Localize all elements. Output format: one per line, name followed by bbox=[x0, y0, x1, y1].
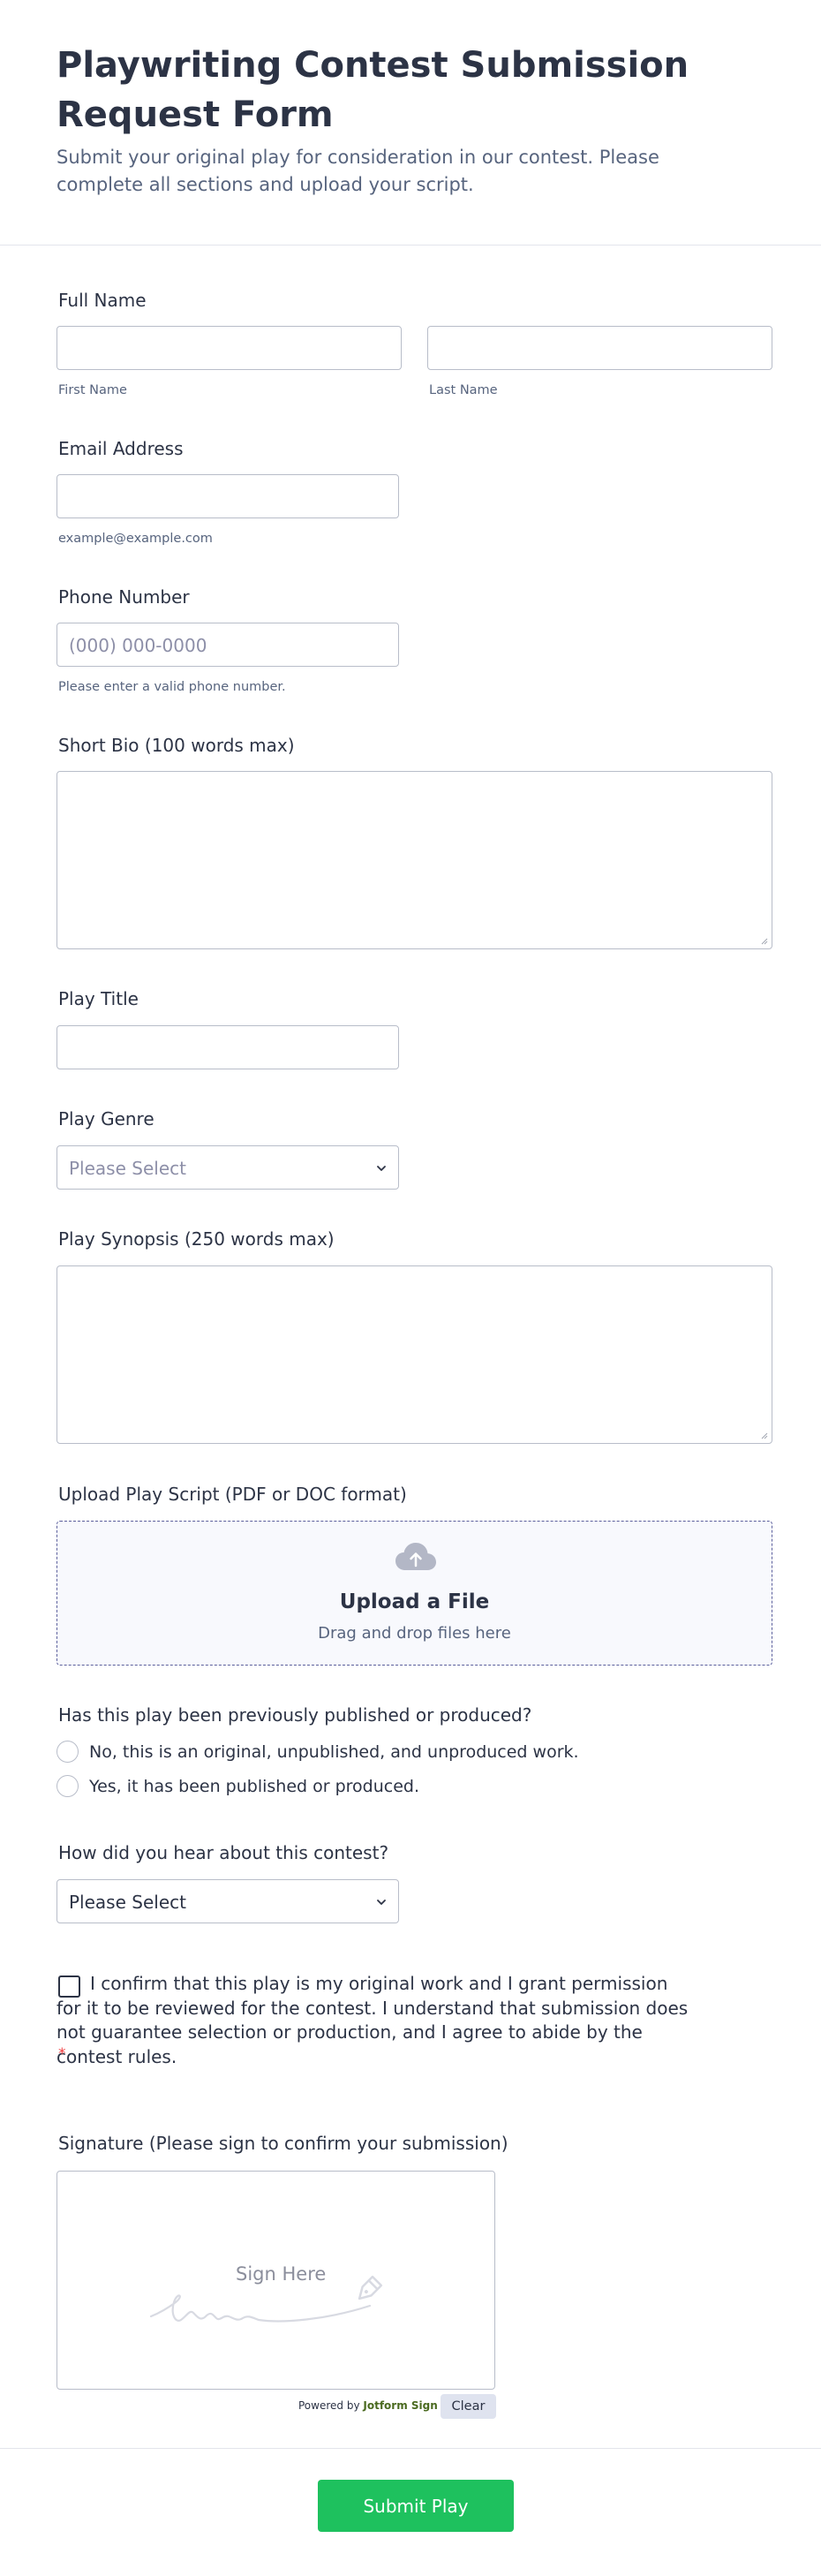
signature-label: Signature (Please sign to confirm your s… bbox=[58, 2133, 508, 2154]
file-upload-dropzone[interactable]: Upload a File Drag and drop files here bbox=[56, 1521, 772, 1666]
signature-placeholder: Sign Here bbox=[236, 2263, 327, 2285]
play-title-input[interactable] bbox=[56, 1025, 399, 1069]
radio-option-label: Yes, it has been published or produced. bbox=[89, 1777, 420, 1796]
play-title-label: Play Title bbox=[58, 988, 139, 1009]
page-title: Playwriting Contest Submission Request F… bbox=[56, 45, 689, 135]
synopsis-label: Play Synopsis (250 words max) bbox=[58, 1228, 335, 1250]
genre-label: Play Genre bbox=[58, 1108, 154, 1129]
bio-label: Short Bio (100 words max) bbox=[58, 735, 295, 756]
powered-by-text: Powered by Jotform Sign bbox=[298, 2398, 438, 2414]
genre-select-value: Please Select bbox=[69, 1158, 186, 1179]
cloud-upload-icon bbox=[395, 1543, 436, 1570]
synopsis-textarea[interactable] bbox=[56, 1265, 772, 1444]
submit-button[interactable]: Submit Play bbox=[318, 2480, 514, 2532]
full-name-label: Full Name bbox=[58, 290, 147, 311]
upload-title: Upload a File bbox=[339, 1590, 490, 1613]
resize-grip-icon[interactable] bbox=[759, 936, 768, 945]
powered-by-label: Powered by bbox=[298, 2399, 360, 2412]
email-label: Email Address bbox=[58, 438, 184, 459]
referral-select[interactable]: Please Select bbox=[56, 1879, 399, 1923]
footer-divider bbox=[0, 2448, 821, 2449]
chevron-down-icon bbox=[377, 1900, 386, 1905]
published-question-label: Has this play been previously published … bbox=[58, 1704, 532, 1726]
radio-button[interactable] bbox=[56, 1775, 79, 1797]
pen-icon bbox=[358, 2275, 383, 2300]
required-asterisk: * bbox=[58, 2045, 66, 2063]
genre-select[interactable]: Please Select bbox=[56, 1145, 399, 1190]
phone-input[interactable]: (000) 000-0000 bbox=[56, 623, 399, 667]
page-subtitle: Submit your original play for considerat… bbox=[56, 147, 659, 195]
radio-option-label: No, this is an original, unpublished, an… bbox=[89, 1742, 579, 1762]
email-input[interactable] bbox=[56, 474, 399, 518]
chevron-down-icon bbox=[377, 1166, 386, 1171]
jotform-sign-link[interactable]: Jotform Sign bbox=[363, 2399, 437, 2412]
radio-button[interactable] bbox=[56, 1741, 79, 1763]
resize-grip-icon[interactable] bbox=[759, 1431, 768, 1439]
last-name-input[interactable] bbox=[427, 326, 772, 370]
phone-placeholder: (000) 000-0000 bbox=[69, 635, 207, 656]
last-name-sublabel: Last Name bbox=[429, 383, 498, 397]
email-sublabel: example@example.com bbox=[58, 532, 213, 546]
referral-label: How did you hear about this contest? bbox=[58, 1842, 389, 1863]
form-header: Playwriting Contest Submission Request F… bbox=[0, 0, 821, 246]
bio-textarea[interactable] bbox=[56, 771, 772, 949]
phone-label: Phone Number bbox=[58, 586, 190, 608]
referral-select-value: Please Select bbox=[69, 1892, 186, 1913]
phone-sublabel: Please enter a valid phone number. bbox=[58, 680, 286, 694]
clear-signature-button[interactable]: Clear bbox=[441, 2394, 496, 2419]
upload-label: Upload Play Script (PDF or DOC format) bbox=[58, 1484, 407, 1505]
consent-text: I confirm that this play is my original … bbox=[56, 1973, 689, 2067]
consent-checkbox[interactable] bbox=[58, 1975, 80, 1998]
signature-pad[interactable]: Sign Here bbox=[56, 2171, 495, 2390]
upload-subtitle: Drag and drop files here bbox=[318, 1624, 511, 1643]
first-name-sublabel: First Name bbox=[58, 383, 127, 397]
first-name-input[interactable] bbox=[56, 326, 402, 370]
